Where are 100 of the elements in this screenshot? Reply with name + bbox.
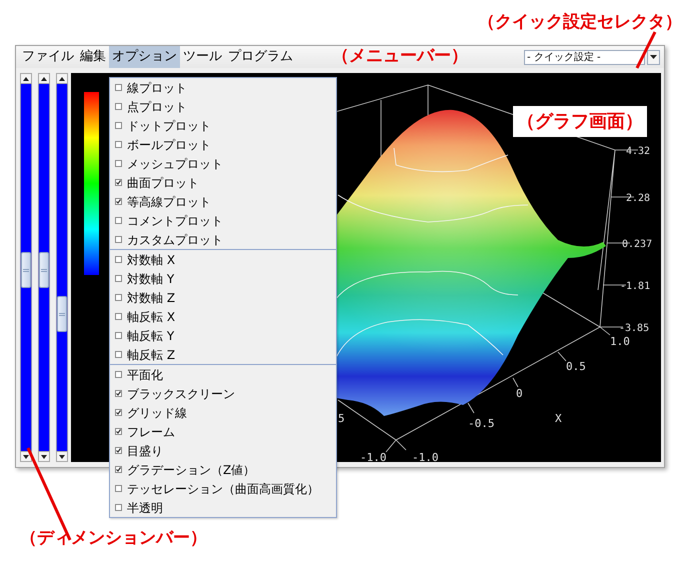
menu-option[interactable]: フレーム bbox=[110, 422, 336, 441]
option-label: 対数軸 X bbox=[127, 252, 176, 268]
option-label: テッセレーション（曲面高画質化） bbox=[127, 480, 319, 498]
dimension-bar-thumb[interactable] bbox=[39, 252, 49, 288]
y-axis-tick-label: -1.0 bbox=[360, 451, 386, 462]
option-label: 対数軸 Z bbox=[127, 290, 176, 306]
option-checkbox[interactable] bbox=[115, 236, 122, 243]
option-checkbox[interactable] bbox=[115, 428, 122, 435]
y-axis-tick-label: 5 bbox=[338, 412, 345, 425]
down-arrow-icon bbox=[59, 454, 65, 458]
up-arrow-icon bbox=[23, 76, 29, 80]
scroll-up-button[interactable] bbox=[20, 73, 32, 84]
option-label: 平面化 bbox=[127, 366, 163, 384]
up-arrow-icon bbox=[41, 76, 47, 80]
quick-settings-annotation-text: （クイック設定セレクタ） bbox=[478, 11, 682, 34]
option-checkbox[interactable] bbox=[115, 485, 122, 492]
menu-option[interactable]: 平面化 bbox=[110, 365, 336, 384]
option-checkbox[interactable] bbox=[115, 466, 122, 473]
option-label: コメントプロット bbox=[127, 212, 223, 230]
menu-option[interactable]: カスタムプロット bbox=[110, 230, 336, 249]
menu-option[interactable]: 軸反転 Y bbox=[110, 326, 336, 345]
option-label: 対数軸 Y bbox=[127, 270, 174, 288]
scroll-up-button[interactable] bbox=[56, 73, 68, 84]
menu-option[interactable]: 対数軸 X bbox=[110, 250, 336, 269]
option-checkbox[interactable] bbox=[115, 122, 122, 129]
menu-option[interactable]: 点プロット bbox=[110, 97, 336, 116]
option-label: 曲面プロット bbox=[127, 174, 199, 192]
option-checkbox[interactable] bbox=[115, 160, 122, 167]
option-checkbox[interactable] bbox=[115, 332, 122, 339]
menu-option[interactable]: 曲面プロット bbox=[110, 173, 336, 192]
option-checkbox[interactable] bbox=[115, 447, 122, 454]
option-checkbox[interactable] bbox=[115, 217, 122, 224]
menu-option[interactable]: 対数軸 Y bbox=[110, 269, 336, 288]
menu-bar-annotation-text: （メニューバー） bbox=[332, 45, 468, 68]
x-axis-tick-label: 0 bbox=[516, 387, 523, 400]
option-checkbox[interactable] bbox=[115, 390, 122, 397]
z-axis-tick-label: 4.32 bbox=[626, 146, 650, 157]
option-checkbox[interactable] bbox=[115, 256, 122, 263]
option-label: 軸反転 Z bbox=[127, 346, 176, 364]
down-arrow-icon bbox=[23, 454, 29, 458]
menu-option[interactable]: 対数軸 Z bbox=[110, 288, 336, 307]
option-label: ブラックスクリーン bbox=[127, 386, 235, 402]
option-label: フレーム bbox=[127, 424, 175, 440]
option-label: グラデーション（Z値） bbox=[127, 462, 256, 478]
menu-option[interactable]: 半透明 bbox=[110, 498, 336, 517]
option-checkbox[interactable] bbox=[115, 275, 122, 282]
option-checkbox[interactable] bbox=[115, 313, 122, 320]
menu-item[interactable]: オプション bbox=[109, 46, 180, 68]
option-checkbox[interactable] bbox=[115, 141, 122, 148]
option-label: 点プロット bbox=[127, 98, 187, 116]
option-label: ボールプロット bbox=[127, 136, 211, 154]
menu-option[interactable]: ボールプロット bbox=[110, 135, 336, 154]
option-checkbox[interactable] bbox=[115, 179, 122, 186]
option-label: 線プロット bbox=[127, 80, 187, 96]
option-checkbox[interactable] bbox=[115, 504, 122, 511]
scroll-up-button[interactable] bbox=[38, 73, 50, 84]
menu-option[interactable]: 軸反転 Z bbox=[110, 345, 336, 364]
z-axis-tick-label: 2.28 bbox=[626, 193, 650, 204]
menu-option[interactable]: 軸反転 X bbox=[110, 307, 336, 326]
menu-item[interactable]: 編集 bbox=[77, 46, 109, 68]
menu-option[interactable]: テッセレーション（曲面高画質化） bbox=[110, 479, 336, 498]
option-checkbox[interactable] bbox=[115, 198, 122, 205]
option-label: 等高線プロット bbox=[127, 194, 211, 210]
option-checkbox[interactable] bbox=[115, 294, 122, 301]
menu-option[interactable]: ブラックスクリーン bbox=[110, 384, 336, 403]
menu-item[interactable]: プログラム bbox=[225, 46, 296, 68]
x-axis-tick-label: -0.5 bbox=[468, 417, 494, 430]
option-label: 目盛り bbox=[127, 442, 163, 460]
menu-option[interactable]: 等高線プロット bbox=[110, 192, 336, 211]
option-checkbox[interactable] bbox=[115, 409, 122, 416]
option-checkbox[interactable] bbox=[115, 351, 122, 358]
menu-option[interactable]: コメントプロット bbox=[110, 211, 336, 230]
z-axis-tick-label: -3.85 bbox=[619, 323, 650, 334]
option-label: 軸反転 Y bbox=[127, 328, 174, 344]
dimension-bar-thumb[interactable] bbox=[57, 296, 67, 332]
menu-option[interactable]: 目盛り bbox=[110, 441, 336, 460]
menu-option[interactable]: メッシュプロット bbox=[110, 154, 336, 173]
menu-option[interactable]: グリッド線 bbox=[110, 403, 336, 422]
x-axis-tick-label: 0.5 bbox=[566, 360, 586, 373]
option-label: ドットプロット bbox=[127, 118, 211, 134]
option-label: 軸反転 X bbox=[127, 308, 176, 326]
option-label: 半透明 bbox=[127, 500, 163, 516]
menu-option[interactable]: グラデーション（Z値） bbox=[110, 460, 336, 479]
menu-item[interactable]: ツール bbox=[180, 46, 225, 68]
scroll-down-button[interactable] bbox=[56, 451, 68, 462]
graph-annotation-label: （グラフ画面） bbox=[513, 106, 647, 137]
dimension-bar-thumb[interactable] bbox=[21, 252, 31, 288]
option-checkbox[interactable] bbox=[115, 371, 122, 378]
option-checkbox[interactable] bbox=[115, 103, 122, 110]
option-checkbox[interactable] bbox=[115, 84, 122, 91]
x-axis-tick-label: 1.0 bbox=[610, 335, 630, 348]
menu-item[interactable]: ファイル bbox=[19, 46, 77, 68]
menu-option[interactable]: ドットプロット bbox=[110, 116, 336, 135]
scroll-down-button[interactable] bbox=[38, 451, 50, 462]
leader-line bbox=[634, 30, 658, 70]
menu-option[interactable]: 線プロット bbox=[110, 78, 336, 97]
up-arrow-icon bbox=[59, 76, 65, 80]
x-axis-label: X bbox=[555, 412, 562, 425]
option-label: グリッド線 bbox=[127, 404, 187, 422]
down-arrow-icon bbox=[41, 454, 47, 458]
